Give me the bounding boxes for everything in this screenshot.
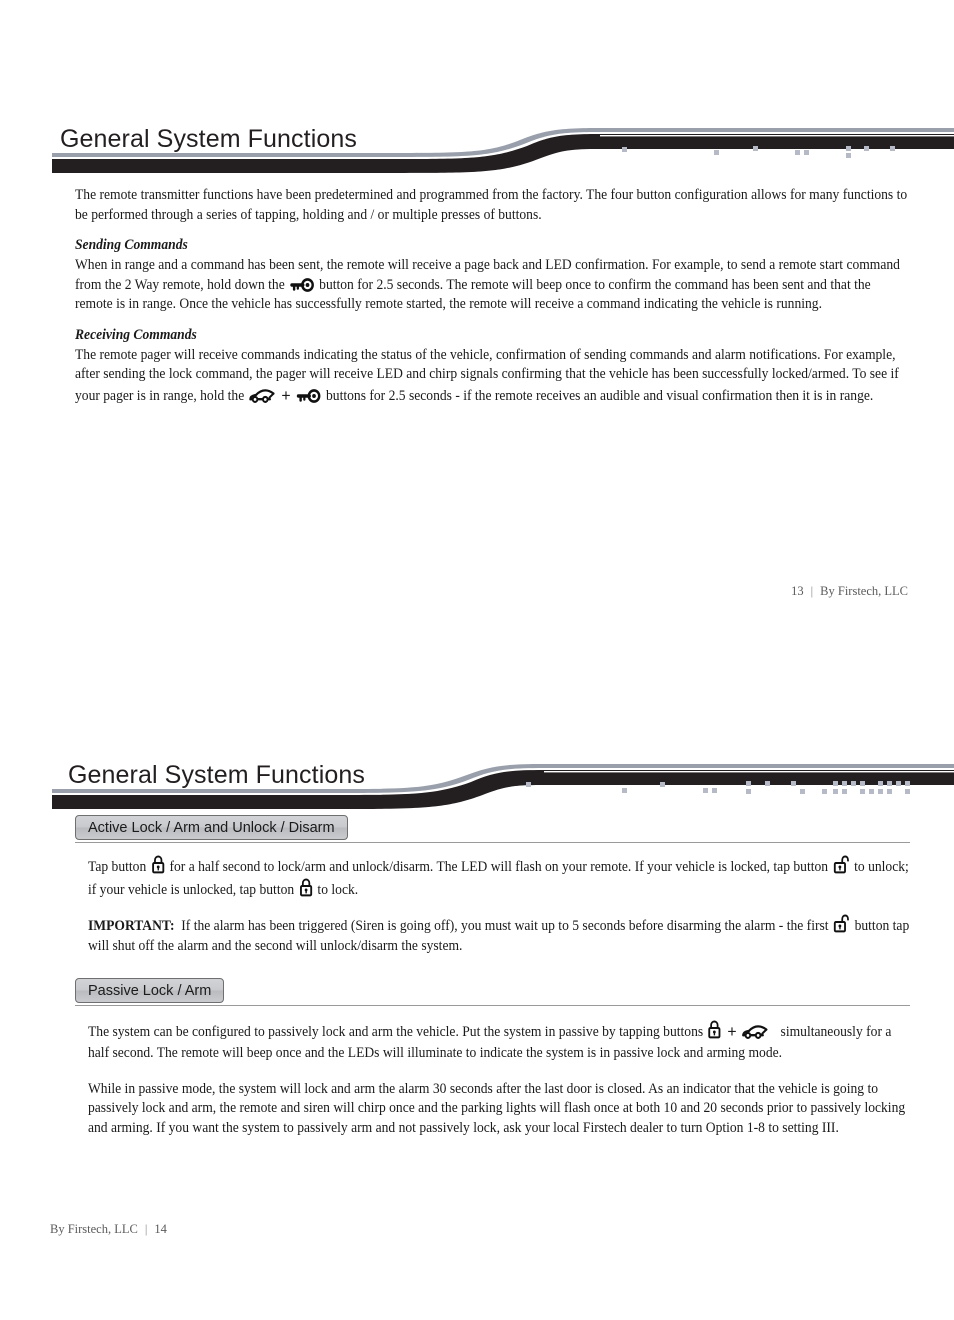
footer-separator: | [144,1222,148,1236]
passive-lock-paragraph-2: While in passive mode, the system will l… [88,1080,906,1136]
key-icon [296,388,321,403]
page-14-header: General System Functions [0,742,954,814]
active-p2-a: If the alarm has been triggered (Siren i… [181,918,829,935]
header-dot [864,146,869,151]
section-underline [75,842,910,843]
active-p1-d: to lock. [317,881,359,898]
header-dot [905,789,910,794]
page-14-content: Active Lock / Arm and Unlock / Disarm Ta… [75,815,910,1149]
lock-icon [299,878,313,897]
sending-commands-paragraph: When in range and a command has been sen… [75,256,910,315]
header-dot [795,150,800,155]
footer-page-number: 14 [154,1222,167,1236]
header-dot [846,146,851,151]
plus-symbol: + [727,1022,737,1042]
active-p1-b: for a half second to lock/arm and unlock… [169,859,829,875]
header-dot [622,788,627,793]
header-dot [869,789,874,794]
header-dot [860,781,865,786]
active-lock-paragraph-2-important: IMPORTANT: If the alarm has been trigger… [88,914,910,956]
page-14-footer: By Firstech, LLC | 14 [50,1222,167,1237]
plus-symbol: + [281,385,291,405]
passive-lock-body: The system can be configured to passivel… [75,1008,910,1138]
header-dot [833,789,838,794]
header-dot [878,789,883,794]
header-dot [842,789,847,794]
receiving-commands-paragraph: The remote pager will receive commands i… [75,346,910,408]
header-dot [905,781,910,786]
header-dot [791,781,796,786]
page-title: General System Functions [68,760,365,789]
header-dot [878,781,883,786]
header-dot [622,147,627,152]
key-icon [289,277,314,292]
active-lock-body: Tap button for a half second to lock/arm … [75,845,910,956]
header-dot [703,788,708,793]
page-13-content: The remote transmitter functions have be… [75,186,910,419]
page-13-footer: 13 | By Firstech, LLC [791,584,908,599]
footer-separator: | [810,584,814,598]
header-dot [660,782,665,787]
footer-page-number: 13 [791,584,804,598]
unlock-icon [833,855,850,874]
footer-publisher: By Firstech, LLC [50,1222,138,1236]
active-p1-a: Tap button [88,859,147,875]
header-dot [842,781,847,786]
important-label: IMPORTANT: [88,918,175,935]
active-lock-paragraph-1: Tap button for a half second to lock/arm … [88,855,910,900]
header-dot [822,789,827,794]
section-tab-passive-lock[interactable]: Passive Lock / Arm [75,978,225,1004]
page-title: General System Functions [60,124,357,153]
section-header-passive-lock: Passive Lock / Arm [75,978,910,1007]
section-underline [75,1005,910,1007]
header-dot [714,150,719,155]
section-tab-active-lock[interactable]: Active Lock / Arm and Unlock / Disarm [75,815,348,840]
section-header-active-lock: Active Lock / Arm and Unlock / Disarm [75,815,910,843]
unlock-icon [833,914,850,933]
header-dot [765,781,770,786]
car-icon [742,1024,769,1040]
receiving-commands-heading: Receiving Commands [75,326,197,343]
lock-icon [151,855,165,874]
header-dot [851,781,856,786]
header-dot [890,146,895,151]
car-icon [249,388,276,403]
header-dot [887,789,892,794]
header-dot [712,788,717,793]
receiving-text-after: buttons for 2.5 seconds - if the remote … [326,387,874,404]
page-13: General System Functions The remote tran… [0,0,954,660]
page-14: General System Functions Active Lock / A… [0,660,954,1320]
footer-publisher: By Firstech, LLC [820,584,908,598]
header-dot [526,782,531,787]
header-dot [753,146,758,151]
header-dot [860,789,865,794]
header-dot [833,781,838,786]
page-13-header: General System Functions [0,106,954,178]
header-dot [746,781,751,786]
header-dot [846,153,851,158]
lock-icon [708,1020,722,1039]
passive-p1-a: The system can be configured to passivel… [88,1024,704,1041]
header-dot [800,789,805,794]
header-dot [887,781,892,786]
header-dot [746,789,751,794]
header-dot [896,781,901,786]
intro-paragraph: The remote transmitter functions have be… [75,187,908,223]
passive-lock-paragraph-1: The system can be configured to passivel… [88,1020,910,1063]
header-dot [804,150,809,155]
sending-commands-heading: Sending Commands [75,237,188,254]
